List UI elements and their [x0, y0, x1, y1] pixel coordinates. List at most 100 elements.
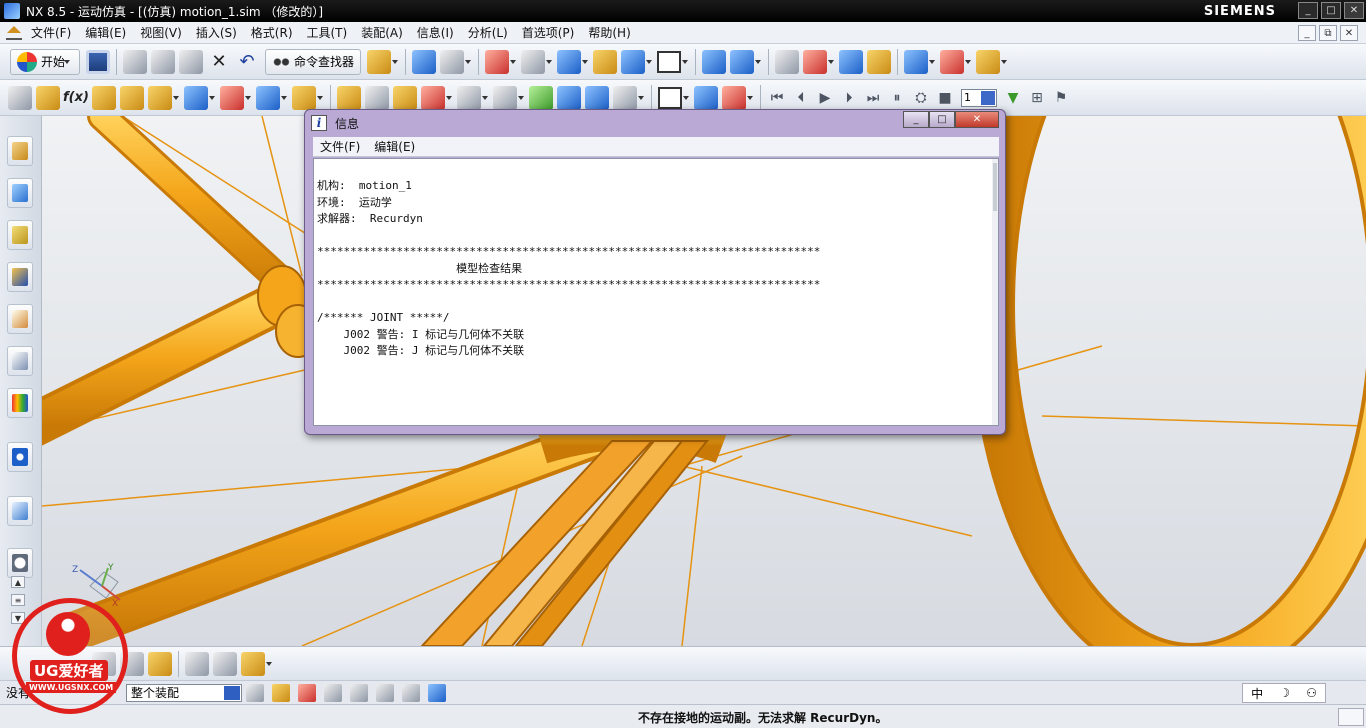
- chevron-down-icon[interactable]: [646, 59, 653, 64]
- rewind-icon[interactable]: ⏮: [769, 90, 785, 106]
- step-forward-icon[interactable]: ⏵: [841, 90, 857, 106]
- chevron-down-icon[interactable]: [682, 59, 689, 64]
- clip-section-icon[interactable]: [621, 49, 646, 74]
- chevron-down-icon[interactable]: [582, 59, 589, 64]
- menu-preferences[interactable]: 首选项(P): [515, 24, 582, 41]
- rendering-style-icon[interactable]: [521, 49, 546, 74]
- start-button[interactable]: 开始: [10, 48, 81, 75]
- minimize-button[interactable]: _: [1298, 2, 1318, 19]
- doc-restore-button[interactable]: ⧉: [1319, 25, 1337, 41]
- sensor-icon[interactable]: [393, 85, 417, 110]
- info-close-button[interactable]: ✕: [955, 111, 999, 128]
- display-box-icon[interactable]: [658, 86, 682, 109]
- chevron-down-icon[interactable]: [465, 59, 472, 64]
- system-materials-tab[interactable]: [7, 548, 33, 578]
- undo-icon[interactable]: ↶: [235, 50, 259, 74]
- info-menu-edit[interactable]: 编辑(E): [367, 138, 422, 155]
- checklist-icon[interactable]: [694, 85, 718, 110]
- menu-information[interactable]: 信息(I): [410, 24, 461, 41]
- scroll-up-icon[interactable]: ▲: [11, 576, 25, 588]
- fast-forward-icon[interactable]: ⏭: [865, 90, 881, 106]
- menu-help[interactable]: 帮助(H): [581, 24, 637, 41]
- window-title-bar[interactable]: NX 8.5 - 运动仿真 - [(仿真) motion_1.sim （修改的）…: [0, 0, 1366, 22]
- stop-icon[interactable]: ■: [937, 90, 953, 106]
- layer-settings-icon[interactable]: [775, 49, 800, 74]
- info-maximize-button[interactable]: □: [929, 111, 955, 128]
- menu-file[interactable]: 文件(F): [24, 24, 78, 41]
- spanner-icon[interactable]: [185, 651, 209, 676]
- close-button[interactable]: ✕: [1344, 2, 1364, 19]
- fit-view-icon[interactable]: [485, 49, 510, 74]
- quick-pick-icon[interactable]: [867, 49, 892, 74]
- force-icon[interactable]: [256, 85, 280, 110]
- menu-analysis[interactable]: 分析(L): [461, 24, 515, 41]
- solve-icon[interactable]: [557, 85, 581, 110]
- select-options-icon[interactable]: [350, 683, 368, 702]
- info-object-icon[interactable]: [440, 49, 465, 74]
- assembly-constraint-icon[interactable]: [730, 49, 755, 74]
- chevron-down-icon[interactable]: [392, 59, 399, 64]
- environment-icon[interactable]: [8, 85, 32, 110]
- chevron-down-icon[interactable]: [446, 95, 452, 100]
- edit-section-icon[interactable]: [593, 49, 618, 74]
- measure-distance-icon[interactable]: [940, 49, 965, 74]
- box-select-icon[interactable]: [376, 683, 394, 702]
- eraser-icon[interactable]: [402, 683, 420, 702]
- hd3d-tools-tab[interactable]: [7, 346, 33, 376]
- reset-icon[interactable]: [722, 85, 746, 110]
- background-icon[interactable]: [657, 50, 682, 73]
- chevron-down-icon[interactable]: [546, 59, 553, 64]
- chevron-down-icon[interactable]: [638, 95, 644, 100]
- part-navigator-icon[interactable]: [412, 49, 437, 74]
- driver-icon[interactable]: [337, 85, 361, 110]
- contact-icon[interactable]: [220, 85, 244, 110]
- menu-assemblies[interactable]: 装配(A): [354, 24, 410, 41]
- web-browser-tab[interactable]: [7, 442, 33, 472]
- cable-icon[interactable]: [365, 85, 389, 110]
- info-dialog-title-bar[interactable]: i 信息: [305, 110, 1005, 136]
- move-component-icon[interactable]: [702, 49, 727, 74]
- spring-icon[interactable]: [184, 85, 208, 110]
- chevron-down-icon[interactable]: [1001, 59, 1008, 64]
- tray-icon[interactable]: [1338, 708, 1364, 726]
- step-back-icon[interactable]: ⏴: [793, 90, 809, 106]
- info-dialog[interactable]: i 信息 _ □ ✕ 文件(F) 编辑(E) 机构: motion_1 环境: …: [304, 109, 1006, 435]
- orient-icon[interactable]: [148, 651, 172, 676]
- gear-icon[interactable]: [148, 85, 172, 110]
- info-minimize-button[interactable]: _: [903, 111, 929, 128]
- chevron-down-icon[interactable]: [482, 95, 488, 100]
- selection-icon[interactable]: [367, 49, 392, 74]
- menu-tools[interactable]: 工具(T): [300, 24, 355, 41]
- hierarchy-icon[interactable]: [213, 651, 237, 676]
- show-hide-icon[interactable]: [904, 49, 929, 74]
- palette-tab[interactable]: [7, 388, 33, 418]
- chevron-down-icon[interactable]: [266, 661, 272, 666]
- cube-icon[interactable]: [241, 651, 265, 676]
- chevron-down-icon[interactable]: [828, 59, 835, 64]
- playback-mode-icon[interactable]: ▼: [1005, 90, 1021, 106]
- history-tab[interactable]: [7, 496, 33, 526]
- chevron-down-icon[interactable]: [510, 59, 517, 64]
- measure-length-icon[interactable]: [976, 49, 1001, 74]
- chevron-down-icon[interactable]: [965, 59, 972, 64]
- play-icon[interactable]: ▶: [817, 90, 833, 106]
- solution-icon[interactable]: [529, 85, 553, 110]
- selection-scope-select[interactable]: 整个装配: [126, 683, 242, 702]
- vertical-scrollbar[interactable]: [992, 159, 998, 425]
- chevron-down-icon[interactable]: [683, 95, 689, 100]
- paste-icon[interactable]: [179, 49, 204, 74]
- joint-icon[interactable]: [120, 85, 144, 110]
- cut-icon[interactable]: [123, 49, 148, 74]
- save-icon[interactable]: [86, 49, 111, 74]
- articulation-icon[interactable]: [613, 85, 637, 110]
- info-text-area[interactable]: 机构: motion_1 环境: 运动学 求解器: Recurdyn *****…: [313, 158, 999, 426]
- link-icon[interactable]: [92, 85, 116, 110]
- chevron-down-icon[interactable]: [747, 95, 753, 100]
- wcs-icon[interactable]: [803, 49, 828, 74]
- copy-icon[interactable]: [151, 49, 176, 74]
- xy-graph-icon[interactable]: [585, 85, 609, 110]
- export-animation-icon[interactable]: ⛭: [913, 90, 929, 106]
- chevron-down-icon[interactable]: [518, 95, 524, 100]
- home-icon[interactable]: [6, 25, 22, 40]
- chevron-down-icon[interactable]: [755, 59, 762, 64]
